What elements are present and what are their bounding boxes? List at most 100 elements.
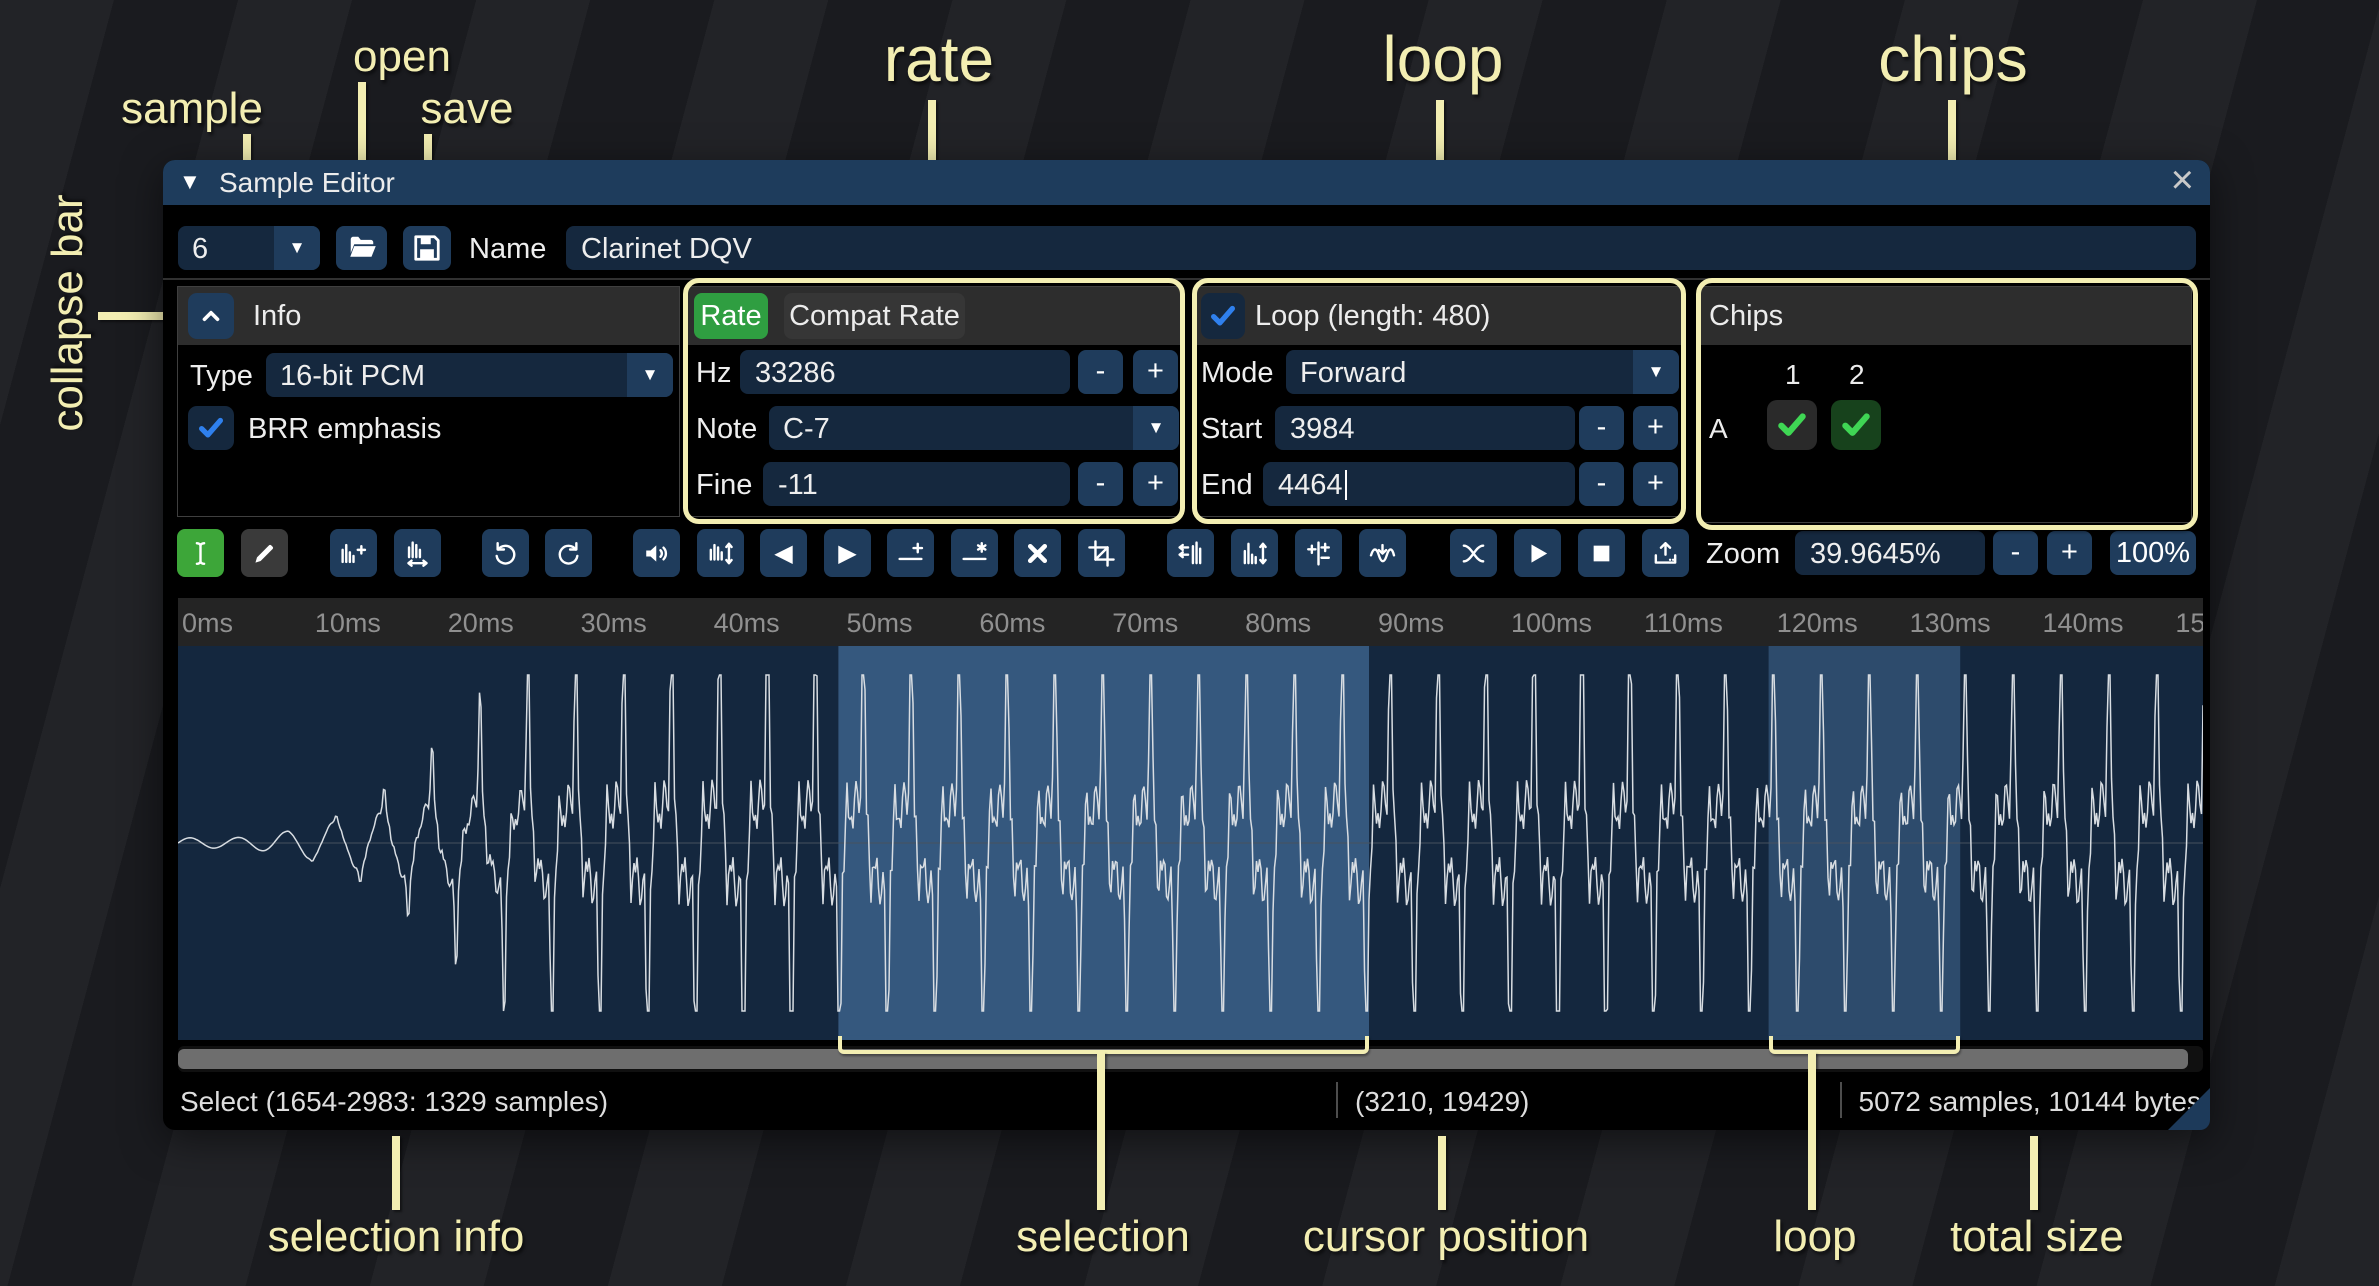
ruler-tick-label: 0ms xyxy=(182,608,233,639)
play-icon xyxy=(1523,539,1552,568)
annotation-selection-line xyxy=(1097,1052,1105,1210)
name-input[interactable]: Clarinet DQV xyxy=(566,226,2196,270)
window-title: Sample Editor xyxy=(219,167,395,199)
resample-button[interactable] xyxy=(394,529,441,577)
waveform-display[interactable] xyxy=(178,646,2203,1040)
trim-button[interactable] xyxy=(1078,529,1125,577)
normalize-button[interactable] xyxy=(1231,529,1278,577)
delete-icon xyxy=(1023,539,1052,568)
ruler-tick-label: 80ms xyxy=(1245,608,1311,639)
zoom-minus-button[interactable]: - xyxy=(1993,531,2038,575)
annotation-save: save xyxy=(412,84,522,134)
annotation-selection-info-line xyxy=(392,1136,400,1210)
name-label: Name xyxy=(469,233,546,266)
brr-emphasis-label: BRR emphasis xyxy=(248,413,441,446)
selection-info-text: Select (1654-2983: 1329 samples) xyxy=(180,1086,608,1118)
annotation-sample: sample xyxy=(112,84,272,134)
draw-button[interactable] xyxy=(241,529,288,577)
sample-toolbar: Zoom 39.9645% - + 100% ◀▶ xyxy=(163,529,2210,577)
fade-right-button[interactable]: ▶ xyxy=(824,529,871,577)
stop-button[interactable] xyxy=(1578,529,1625,577)
resize-grip[interactable] xyxy=(2168,1088,2210,1130)
amplify-icon xyxy=(706,539,735,568)
redo-icon xyxy=(554,539,583,568)
close-icon[interactable]: × xyxy=(2171,158,2194,203)
sample-selector[interactable]: 6 ▼ xyxy=(178,226,320,270)
invert-icon xyxy=(1459,539,1488,568)
fade-left-icon: ◀ xyxy=(774,539,792,568)
preview-button[interactable] xyxy=(633,529,680,577)
chevron-down-icon[interactable]: ▼ xyxy=(627,353,673,397)
draw-icon xyxy=(250,539,279,568)
select-button[interactable] xyxy=(177,529,224,577)
annotation-total-size: total size xyxy=(1941,1212,2133,1262)
silence-button[interactable] xyxy=(951,529,998,577)
info-panel-header: Info xyxy=(178,287,679,345)
info-collapse-button[interactable] xyxy=(188,293,234,339)
annotation-total-size-line xyxy=(2030,1136,2038,1210)
invert-button[interactable] xyxy=(1450,529,1497,577)
status-divider xyxy=(1840,1082,1842,1118)
annotation-rate: rate xyxy=(869,22,1009,96)
delete-button[interactable] xyxy=(1014,529,1061,577)
title-bar[interactable]: ▼ Sample Editor × xyxy=(163,160,2210,205)
desktop-background: sample open save rate loop chips collaps… xyxy=(0,0,2379,1286)
zoom-reset-button[interactable]: 100% xyxy=(2110,531,2196,575)
resize-button[interactable] xyxy=(330,529,377,577)
save-button[interactable] xyxy=(403,226,451,270)
open-button[interactable] xyxy=(336,226,387,270)
annotation-cursor-position: cursor position xyxy=(1294,1212,1598,1262)
resample-icon xyxy=(403,539,432,568)
amplify-button[interactable] xyxy=(697,529,744,577)
cursor-position-text: (3210, 19429) xyxy=(1355,1086,1529,1118)
waveform-svg xyxy=(178,646,2203,1040)
reverse-icon xyxy=(1176,539,1205,568)
insert-button[interactable] xyxy=(887,529,934,577)
annotation-chips: chips xyxy=(1865,22,2041,96)
resize-icon xyxy=(339,539,368,568)
zoom-input[interactable]: 39.9645% xyxy=(1795,531,1985,575)
sample-selector-value: 6 xyxy=(192,233,208,266)
filter-button[interactable] xyxy=(1359,529,1406,577)
ruler-tick-label: 40ms xyxy=(714,608,780,639)
reverse-button[interactable] xyxy=(1167,529,1214,577)
info-panel-title: Info xyxy=(253,300,301,333)
rate-highlight-box xyxy=(683,278,1185,524)
total-size-text: 5072 samples, 10144 bytes xyxy=(1859,1086,2201,1118)
ruler-tick-label: 50ms xyxy=(846,608,912,639)
redo-button[interactable] xyxy=(545,529,592,577)
zoom-plus-button[interactable]: + xyxy=(2047,531,2092,575)
annotation-loop-bottom: loop xyxy=(1767,1212,1863,1262)
ruler-tick-label: 60ms xyxy=(979,608,1045,639)
ruler-tick-label: 30ms xyxy=(581,608,647,639)
fade-left-button[interactable]: ◀ xyxy=(760,529,807,577)
offset-button[interactable] xyxy=(1295,529,1342,577)
checkmark-icon xyxy=(196,413,226,443)
normalize-icon xyxy=(1240,539,1269,568)
ruler-tick-label: 90ms xyxy=(1378,608,1444,639)
brr-emphasis-checkbox[interactable] xyxy=(188,406,234,450)
export-icon xyxy=(1651,539,1680,568)
export-button[interactable] xyxy=(1642,529,1689,577)
stop-icon xyxy=(1587,539,1616,568)
play-button[interactable] xyxy=(1514,529,1561,577)
annotation-loop-bottom-line xyxy=(1808,1052,1816,1210)
annotation-selection-info: selection info xyxy=(256,1212,536,1262)
ruler-tick-label: 150ms xyxy=(2175,608,2203,639)
window-collapse-icon[interactable]: ▼ xyxy=(179,169,201,195)
status-bar: Select (1654-2983: 1329 samples) (3210, … xyxy=(163,1072,2210,1130)
insert-icon xyxy=(896,539,925,568)
loop-bracket xyxy=(1769,1036,1961,1054)
loop-highlight-box xyxy=(1192,278,1686,524)
type-value: 16-bit PCM xyxy=(280,360,425,393)
type-selector[interactable]: 16-bit PCM ▼ xyxy=(266,353,673,397)
undo-button[interactable] xyxy=(482,529,529,577)
status-divider xyxy=(1336,1082,1338,1118)
ruler-tick-label: 70ms xyxy=(1112,608,1178,639)
chevron-up-icon xyxy=(198,303,224,329)
ruler-tick-label: 10ms xyxy=(315,608,381,639)
timeline-ruler[interactable]: 0ms10ms20ms30ms40ms50ms60ms70ms80ms90ms1… xyxy=(178,598,2203,646)
open-folder-icon xyxy=(347,233,377,263)
chevron-down-icon[interactable]: ▼ xyxy=(274,226,320,270)
filter-icon xyxy=(1368,539,1397,568)
